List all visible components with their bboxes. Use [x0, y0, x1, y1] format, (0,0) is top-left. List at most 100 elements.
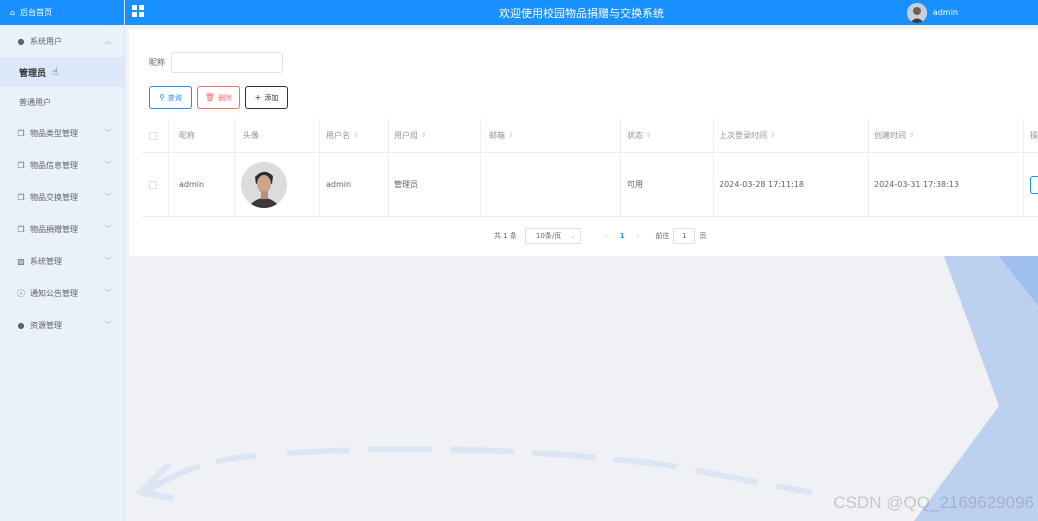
- page-size-select[interactable]: 10条/页 ⌄: [524, 228, 581, 244]
- prev-page-button[interactable]: ‹: [605, 232, 608, 240]
- sidebar-group-resource[interactable]: ● 资源管理 ﹀: [0, 309, 124, 341]
- sidebar-group-system[interactable]: ▨ 系统管理 ﹀: [0, 245, 124, 277]
- col-username[interactable]: 用户名 ⇕: [320, 119, 389, 152]
- info-icon: ⓘ: [17, 288, 25, 298]
- nickname-input[interactable]: [171, 52, 283, 73]
- search-button[interactable]: ⚲ 查询: [149, 86, 192, 109]
- sort-icon[interactable]: ⇕: [508, 132, 513, 139]
- cell-group: 管理员: [389, 153, 481, 216]
- main-panel: 昵称 ⚲ 查询 🗑 删除 + 添加 昵称 头像 用户名 ⇕ 用户组 ⇕ 邮箱 ⇕ 状态…: [129, 29, 1038, 256]
- col-group[interactable]: 用户组 ⇕: [389, 119, 481, 152]
- search-icon: ⚲: [159, 93, 165, 102]
- select-all-cell: [141, 119, 169, 152]
- chevron-down-icon: ﹀: [105, 225, 112, 233]
- chevron-down-icon: ﹀: [105, 129, 112, 137]
- sort-icon[interactable]: ⇕: [909, 132, 914, 139]
- box-icon: ❐: [17, 128, 25, 138]
- picture-icon: ▨: [17, 256, 25, 266]
- box-icon: ❐: [17, 160, 25, 170]
- next-page-button[interactable]: ›: [637, 232, 640, 240]
- sidebar-group-label: 物品捐赠管理: [30, 224, 78, 234]
- goto-label: 前往: [655, 232, 670, 240]
- sidebar-group-label: 物品交换管理: [30, 192, 78, 202]
- location-icon: ●: [17, 320, 25, 330]
- sidebar-home[interactable]: ⌂ 后台首页: [0, 0, 124, 25]
- sidebar-group-item-info[interactable]: ❐ 物品信息管理 ﹀: [0, 149, 124, 181]
- cell-avatar: [235, 153, 320, 216]
- col-label: 上次登录时间: [719, 131, 767, 140]
- sidebar-item-label: 普通用户: [19, 97, 51, 107]
- page-size-value: 10条/页: [535, 232, 562, 240]
- cell-status: 可用: [621, 153, 714, 216]
- select-all-checkbox[interactable]: [149, 131, 157, 140]
- cell-last-login: 2024-03-28 17:11:18: [714, 153, 869, 216]
- plus-icon: +: [254, 93, 262, 102]
- chevron-down-icon: ⌄: [570, 232, 576, 240]
- table-header: 昵称 头像 用户名 ⇕ 用户组 ⇕ 邮箱 ⇕ 状态 ⇕ 上次登录时间 ⇕ 创建时间 ⇕ 操: [141, 119, 1038, 153]
- sort-icon[interactable]: ⇕: [353, 132, 358, 139]
- watermark: CSDN @QQ_2169629096: [833, 493, 1034, 512]
- col-nickname: 昵称: [169, 119, 235, 152]
- delete-button[interactable]: 🗑 删除: [197, 86, 240, 109]
- sidebar-home-label: 后台首页: [20, 8, 53, 17]
- col-label: 头像: [243, 131, 259, 140]
- cell-username: admin: [320, 153, 389, 216]
- sidebar-item-normal-user[interactable]: 普通用户: [0, 87, 124, 117]
- col-created[interactable]: 创建时间 ⇕: [869, 119, 1024, 152]
- add-button[interactable]: + 添加: [245, 86, 288, 109]
- col-email[interactable]: 邮箱 ⇕: [481, 119, 621, 152]
- trash-icon: 🗑: [204, 93, 216, 102]
- sidebar-group-item-exchange[interactable]: ❐ 物品交换管理 ﹀: [0, 181, 124, 213]
- chevron-down-icon: ﹀: [105, 289, 112, 297]
- col-label: 昵称: [179, 131, 195, 140]
- action-buttons: ⚲ 查询 🗑 删除 + 添加: [149, 86, 293, 109]
- sort-icon[interactable]: ⇕: [421, 132, 426, 139]
- background-decoration: CSDN @QQ_2169629096: [129, 256, 1038, 521]
- col-label: 用户名: [326, 131, 350, 140]
- delete-button-label: 删除: [218, 93, 233, 102]
- col-avatar: 头像: [235, 119, 320, 152]
- col-label: 操: [1030, 131, 1038, 140]
- sidebar-item-admin[interactable]: 管理员 ☝: [0, 57, 124, 87]
- search-form: 昵称: [149, 52, 283, 73]
- sidebar-group-item-type[interactable]: ❐ 物品类型管理 ﹀: [0, 117, 124, 149]
- cell-created: 2024-03-31 17:38:13: [869, 153, 1024, 216]
- cell-actions: [1024, 153, 1038, 216]
- col-label: 用户组: [394, 131, 418, 140]
- home-icon: ⌂: [10, 8, 16, 17]
- chevron-down-icon: ﹀: [105, 257, 112, 265]
- sort-icon[interactable]: ⇕: [770, 132, 775, 139]
- sidebar-item-label: 管理员: [19, 68, 47, 79]
- avatar: [241, 161, 287, 208]
- sidebar-group-notice[interactable]: ⓘ 通知公告管理 ﹀: [0, 277, 124, 309]
- sidebar: ⌂ 后台首页 ● 系统用户 ︿ 管理员 ☝ 普通用户 ❐ 物品类型管理 ﹀ ❐ …: [0, 0, 125, 521]
- col-last-login[interactable]: 上次登录时间 ⇕: [714, 119, 869, 152]
- hand-cursor-icon: ☝: [52, 66, 59, 78]
- user-icon: ●: [17, 36, 25, 46]
- sidebar-group-system-users[interactable]: ● 系统用户 ︿: [0, 25, 124, 57]
- col-actions: 操: [1024, 119, 1038, 152]
- col-label: 邮箱: [489, 131, 505, 140]
- col-status[interactable]: 状态 ⇕: [621, 119, 714, 152]
- sidebar-group-label: 物品信息管理: [30, 160, 78, 170]
- sort-icon[interactable]: ⇕: [646, 132, 651, 139]
- sidebar-group-item-donation[interactable]: ❐ 物品捐赠管理 ﹀: [0, 213, 124, 245]
- col-label: 状态: [627, 131, 643, 140]
- goto-page-input[interactable]: 1: [673, 228, 696, 244]
- row-select-cell: [141, 153, 169, 216]
- box-icon: ❐: [17, 192, 25, 202]
- pager-total: 共 1 条: [494, 232, 517, 240]
- page-suffix: 页: [699, 232, 707, 240]
- row-checkbox[interactable]: [149, 180, 157, 189]
- sidebar-group-label: 系统用户: [30, 36, 62, 46]
- row-action-button[interactable]: [1030, 175, 1038, 194]
- current-page[interactable]: 1: [620, 232, 625, 240]
- table-row: admin admin 管理员 可用 2024-03-28 17:11:18 2…: [141, 153, 1038, 217]
- sidebar-group-label: 资源管理: [30, 320, 62, 330]
- chevron-down-icon: ﹀: [105, 161, 112, 169]
- user-menu[interactable]: admin: [906, 0, 958, 25]
- cell-nickname: admin: [169, 153, 235, 216]
- cell-email: [481, 153, 621, 216]
- user-table: 昵称 头像 用户名 ⇕ 用户组 ⇕ 邮箱 ⇕ 状态 ⇕ 上次登录时间 ⇕ 创建时间 ⇕ 操 …: [141, 119, 1038, 217]
- top-header: 欢迎使用校园物品捐赠与交换系统 admin: [125, 0, 1038, 25]
